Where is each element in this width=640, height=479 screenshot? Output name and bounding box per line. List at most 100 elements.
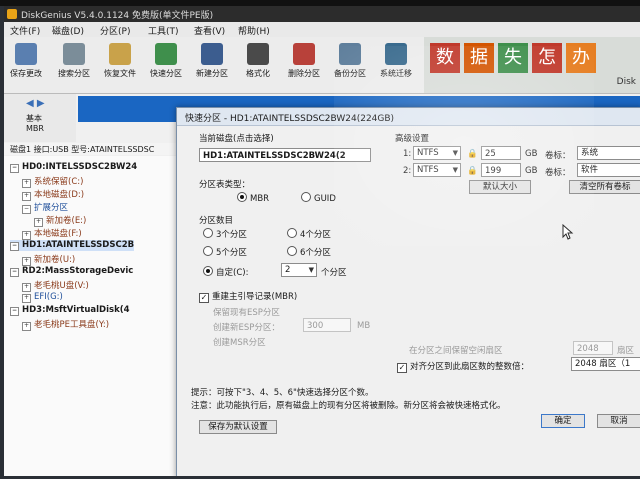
save-default-button[interactable]: 保存为默认设置 [199, 420, 277, 434]
tree-item-hd3[interactable]: − HD3:MsftVirtualDisk(4 [10, 305, 130, 316]
collapse-icon[interactable]: − [10, 307, 19, 316]
expand-icon[interactable]: + [22, 257, 31, 266]
disk-type-basic: 基本 [26, 114, 42, 123]
dialog-title-bar: 快速分区 - HD1:ATAINTELSSDSC2BW24(224GB) [177, 108, 640, 126]
diskgenius-window: DiskGenius V5.4.0.1124 免费版(单文件PE版) 文件(F)… [4, 6, 640, 476]
radio-selected-icon [237, 192, 247, 202]
rebuild-mbr-checkbox[interactable]: ✓ 重建主引导记录(MBR) [199, 290, 297, 303]
expand-icon[interactable]: + [22, 179, 31, 188]
keep-esp-checkbox[interactable]: 保留现有ESP分区 [213, 306, 280, 318]
tree-item-hd0[interactable]: − HD0:INTELSSDSC2BW24 [10, 162, 137, 173]
format-label: 格式化 [246, 69, 270, 78]
format-icon [247, 43, 269, 65]
collapse-icon[interactable]: − [10, 164, 19, 173]
keep-space-label: 在分区之间保留空闲扇区 [409, 346, 503, 356]
align-partition-checkbox[interactable]: ✓ 对齐分区到此扇区数的整数倍： [397, 360, 529, 373]
quick-partition-button[interactable]: 快速分区 [148, 41, 184, 89]
tree-item-partition[interactable]: + 新加卷(E:) [34, 214, 86, 227]
expand-icon[interactable]: + [22, 231, 31, 240]
custom-count-radio[interactable]: 自定(C): [203, 266, 248, 278]
tree-item-partition[interactable]: + 老毛桃PE工具盘(Y:) [22, 318, 109, 331]
delete-partition-label: 删除分区 [288, 69, 320, 78]
custom-count-unit: 个分区 [321, 268, 347, 278]
recover-files-button[interactable]: 恢复文件 [102, 41, 138, 89]
quick-partition-icon [155, 43, 177, 65]
radio-selected-icon [203, 266, 213, 276]
guid-radio[interactable]: GUID [301, 192, 336, 204]
esp-size-field[interactable]: 300 [303, 318, 351, 332]
menu-tools[interactable]: 工具(T) [148, 24, 179, 37]
advanced-settings-label: 高级设置 [395, 134, 430, 144]
expand-icon[interactable]: + [22, 283, 31, 292]
tree-item-hd1-selected[interactable]: − HD1:ATAINTELSSDSC2B [10, 240, 135, 251]
create-msr-checkbox[interactable]: 创建MSR分区 [213, 336, 266, 348]
partition-2-fs-select[interactable]: NTFS ▼ [413, 163, 461, 177]
disk-tree: − HD0:INTELSSDSC2BW24 + 系统保留(C:) + 本地磁盘(D:)… [4, 156, 183, 476]
collapse-icon[interactable]: − [10, 242, 19, 251]
tree-item-partition[interactable]: + 本地磁盘(D:) [22, 188, 84, 201]
ok-button[interactable]: 确定 [541, 414, 585, 428]
create-esp-checkbox[interactable]: 创建新ESP分区： [213, 321, 280, 333]
partition-count-label: 分区数目 [199, 216, 234, 226]
custom-count-select[interactable]: 2 ▼ [281, 263, 317, 277]
expand-icon[interactable]: + [34, 218, 43, 227]
system-migrate-button[interactable]: 系统迁移 [378, 41, 414, 89]
collapse-icon[interactable]: − [10, 268, 19, 277]
partition-2-label-select[interactable]: 软件 [577, 163, 640, 177]
count-3-radio[interactable]: 3个分区 [203, 228, 247, 240]
clear-labels-button[interactable]: 清空所有卷标 [569, 180, 640, 194]
format-button[interactable]: 格式化 [240, 41, 276, 89]
new-partition-icon [201, 43, 223, 65]
menu-partition[interactable]: 分区(P) [100, 24, 130, 37]
tree-item-partition[interactable]: + EFI(G:) [22, 292, 63, 303]
count-6-radio[interactable]: 6个分区 [287, 246, 331, 258]
tree-item-partition[interactable]: + 新加卷(U:) [22, 253, 75, 266]
count-5-radio[interactable]: 5个分区 [203, 246, 247, 258]
recover-icon [109, 43, 131, 65]
backup-partition-button[interactable]: 备份分区 [332, 41, 368, 89]
menu-disk[interactable]: 磁盘(D) [52, 24, 84, 37]
tree-item-rd2[interactable]: − RD2:MassStorageDevic [10, 266, 133, 277]
keep-space-unit: 扇区 [617, 346, 635, 356]
disk-nav-arrows[interactable]: ◀ ▶ [26, 98, 45, 109]
banner-char-3: 失 [498, 43, 528, 73]
partition-2-size-field[interactable]: 199 [481, 163, 521, 177]
menu-help[interactable]: 帮助(H) [238, 24, 270, 37]
banner-char-2: 据 [464, 43, 494, 73]
search-partition-button[interactable]: 搜索分区 [56, 41, 92, 89]
radio-icon [203, 228, 213, 238]
delete-partition-button[interactable]: 删除分区 [286, 41, 322, 89]
tree-item-partition[interactable]: + 系统保留(C:) [22, 175, 83, 188]
partition-1-size-field[interactable]: 25 [481, 146, 521, 160]
tree-item-extended[interactable]: − 扩展分区 [22, 201, 68, 214]
collapse-icon[interactable]: − [22, 205, 31, 214]
partition-1-label-select[interactable]: 系统 [577, 146, 640, 160]
cancel-button[interactable]: 取消 [597, 414, 640, 428]
mouse-cursor-icon [562, 224, 574, 240]
menu-file[interactable]: 文件(F) [10, 24, 40, 37]
default-size-button[interactable]: 默认大小 [469, 180, 531, 194]
checkbox-checked-icon: ✓ [397, 363, 407, 373]
title-bar: DiskGenius V5.4.0.1124 免费版(单文件PE版) [4, 6, 640, 22]
app-logo-icon [7, 9, 17, 19]
partition-1-fs-select[interactable]: NTFS ▼ [413, 146, 461, 160]
menu-view[interactable]: 查看(V) [194, 24, 225, 37]
mbr-radio[interactable]: MBR [237, 192, 269, 204]
expand-icon[interactable]: + [22, 294, 31, 303]
chevron-down-icon: ▼ [452, 149, 458, 157]
partition-1-label-caption: 卷标： [545, 151, 571, 161]
save-changes-button[interactable]: 保存更改 [8, 41, 44, 89]
ad-banner[interactable]: 数 据 失 怎 办 Disk [424, 37, 640, 93]
current-disk-label: 当前磁盘(点击选择) [199, 134, 274, 144]
tree-item-partition[interactable]: + 老毛桃U盘(V:) [22, 279, 89, 292]
current-disk-field[interactable]: HD1:ATAINTELSSDSC2BW24(2 [199, 148, 371, 162]
window-title: DiskGenius V5.4.0.1124 免费版(单文件PE版) [21, 11, 214, 21]
align-sectors-select[interactable]: 2048 扇区（1 [571, 357, 640, 371]
chevron-down-icon: ▼ [452, 166, 458, 174]
count-4-radio[interactable]: 4个分区 [287, 228, 331, 240]
expand-icon[interactable]: + [22, 322, 31, 331]
expand-icon[interactable]: + [22, 192, 31, 201]
keep-space-field[interactable]: 2048 [573, 341, 613, 355]
new-partition-button[interactable]: 新建分区 [194, 41, 230, 89]
tree-item-partition[interactable]: + 本地磁盘(F:) [22, 227, 82, 240]
